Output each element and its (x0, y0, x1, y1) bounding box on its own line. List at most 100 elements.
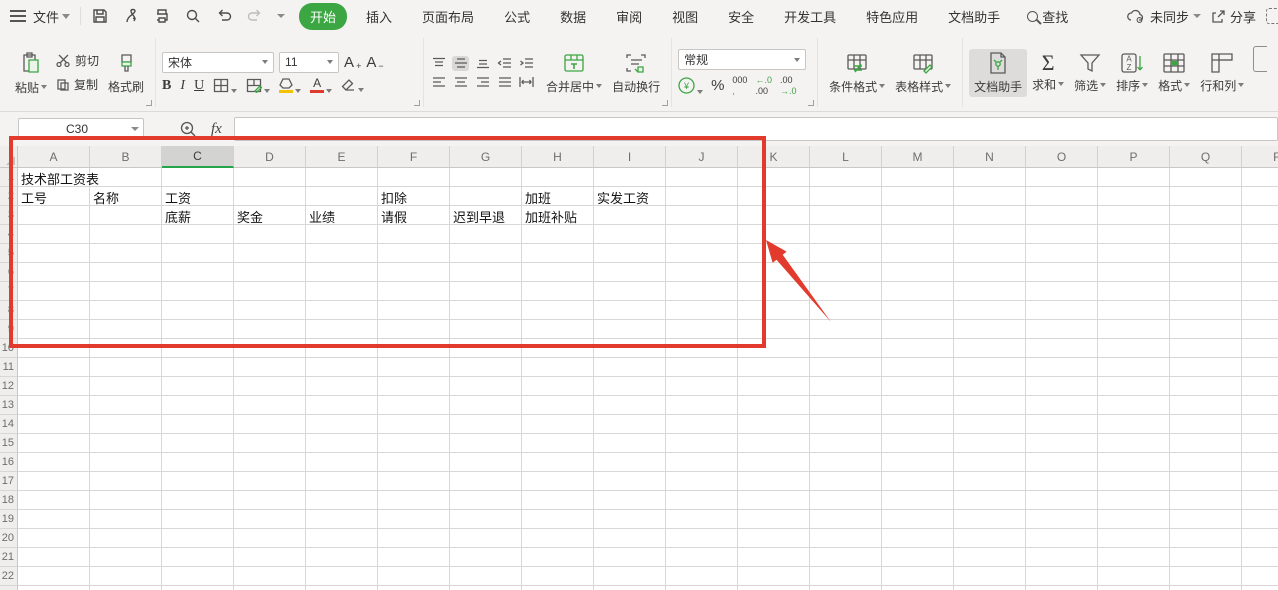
cell-A14[interactable] (18, 415, 90, 434)
cell-C16[interactable] (162, 453, 234, 472)
cell-I18[interactable] (594, 491, 666, 510)
row-header-22[interactable]: 22 (0, 567, 18, 586)
cell-A6[interactable] (18, 263, 90, 282)
cell-L5[interactable] (810, 244, 882, 263)
cell-K2[interactable] (738, 187, 810, 206)
cell-M1[interactable] (882, 168, 954, 187)
cell-D5[interactable] (234, 244, 306, 263)
decrease-indent-button[interactable] (496, 56, 513, 71)
cell-I6[interactable] (594, 263, 666, 282)
cell-I9[interactable] (594, 320, 666, 339)
cell-Q3[interactable] (1170, 206, 1242, 225)
cell-E22[interactable] (306, 567, 378, 586)
cell-M14[interactable] (882, 415, 954, 434)
cell-I21[interactable] (594, 548, 666, 567)
column-header-R[interactable]: R (1242, 146, 1278, 168)
cell-E6[interactable] (306, 263, 378, 282)
cell-E10[interactable] (306, 339, 378, 358)
cell-K5[interactable] (738, 244, 810, 263)
cell-N4[interactable] (954, 225, 1026, 244)
column-header-M[interactable]: M (882, 146, 954, 168)
cell-B10[interactable] (90, 339, 162, 358)
cell-F23[interactable] (378, 586, 450, 590)
cell-G8[interactable] (450, 301, 522, 320)
cell-N18[interactable] (954, 491, 1026, 510)
cell-J4[interactable] (666, 225, 738, 244)
cell-D3[interactable]: 奖金 (234, 206, 306, 225)
cell-O19[interactable] (1026, 510, 1098, 529)
cell-D6[interactable] (234, 263, 306, 282)
cell-R6[interactable] (1242, 263, 1278, 282)
cell-A15[interactable] (18, 434, 90, 453)
cell-K18[interactable] (738, 491, 810, 510)
cell-A4[interactable] (18, 225, 90, 244)
cell-M7[interactable] (882, 282, 954, 301)
cell-M22[interactable] (882, 567, 954, 586)
cell-R22[interactable] (1242, 567, 1278, 586)
cell-C6[interactable] (162, 263, 234, 282)
column-header-C[interactable]: C (162, 146, 234, 168)
cell-L3[interactable] (810, 206, 882, 225)
cell-C18[interactable] (162, 491, 234, 510)
cell-J20[interactable] (666, 529, 738, 548)
cell-R14[interactable] (1242, 415, 1278, 434)
cell-M4[interactable] (882, 225, 954, 244)
cell-N3[interactable] (954, 206, 1026, 225)
row-header-17[interactable]: 17 (0, 472, 18, 491)
currency-format-button[interactable]: ¥ (678, 77, 703, 94)
row-header-5[interactable]: 5 (0, 244, 18, 263)
menu-tab-10[interactable]: 文档助手 (937, 3, 1011, 30)
group-expander[interactable] (808, 100, 814, 106)
cell-I13[interactable] (594, 396, 666, 415)
cell-M19[interactable] (882, 510, 954, 529)
row-header-10[interactable]: 10 (0, 339, 18, 358)
column-header-B[interactable]: B (90, 146, 162, 168)
cell-G20[interactable] (450, 529, 522, 548)
comma-format-button[interactable]: 000 , (732, 75, 747, 96)
group-expander[interactable] (662, 100, 668, 106)
cell-A7[interactable] (18, 282, 90, 301)
cell-G18[interactable] (450, 491, 522, 510)
cell-E14[interactable] (306, 415, 378, 434)
cell-O6[interactable] (1026, 263, 1098, 282)
cell-G17[interactable] (450, 472, 522, 491)
cell-H20[interactable] (522, 529, 594, 548)
cell-I4[interactable] (594, 225, 666, 244)
cell-R9[interactable] (1242, 320, 1278, 339)
cell-R19[interactable] (1242, 510, 1278, 529)
cell-O17[interactable] (1026, 472, 1098, 491)
cell-Q8[interactable] (1170, 301, 1242, 320)
cell-A17[interactable] (18, 472, 90, 491)
cell-C3[interactable]: 底薪 (162, 206, 234, 225)
cell-L18[interactable] (810, 491, 882, 510)
print-icon[interactable] (153, 7, 171, 25)
cell-G4[interactable] (450, 225, 522, 244)
cell-B7[interactable] (90, 282, 162, 301)
cell-N10[interactable] (954, 339, 1026, 358)
cell-G2[interactable] (450, 187, 522, 206)
cell-A2[interactable]: 工号 (18, 187, 90, 206)
cell-R1[interactable] (1242, 168, 1278, 187)
align-left-button[interactable] (430, 75, 447, 90)
cell-F2[interactable]: 扣除 (378, 187, 450, 206)
cell-K7[interactable] (738, 282, 810, 301)
cell-O10[interactable] (1026, 339, 1098, 358)
cell-D23[interactable] (234, 586, 306, 590)
rows-cols-button[interactable]: 行和列 (1195, 50, 1249, 96)
cell-L22[interactable] (810, 567, 882, 586)
cell-H6[interactable] (522, 263, 594, 282)
quick-access-chevron-icon[interactable] (277, 14, 285, 18)
cell-R2[interactable] (1242, 187, 1278, 206)
justify-button[interactable] (496, 75, 513, 90)
row-header-23[interactable]: 23 (0, 586, 18, 590)
cell-F20[interactable] (378, 529, 450, 548)
cell-O22[interactable] (1026, 567, 1098, 586)
cell-M15[interactable] (882, 434, 954, 453)
cell-R11[interactable] (1242, 358, 1278, 377)
menu-tab-4[interactable]: 数据 (549, 3, 597, 30)
cell-J10[interactable] (666, 339, 738, 358)
cell-F22[interactable] (378, 567, 450, 586)
cell-E3[interactable]: 业绩 (306, 206, 378, 225)
cell-R7[interactable] (1242, 282, 1278, 301)
column-header-L[interactable]: L (810, 146, 882, 168)
